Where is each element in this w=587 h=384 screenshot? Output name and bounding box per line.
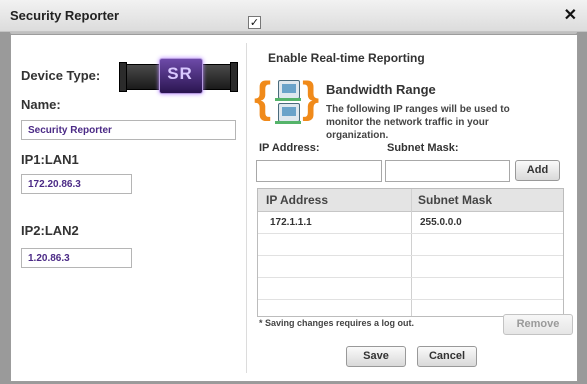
table-row[interactable] (258, 278, 563, 300)
enable-reporting-checkbox[interactable]: ✓ (248, 16, 261, 29)
dialog-title: Security Reporter (10, 8, 120, 23)
table-cell-subnet: 255.0.0.0 (420, 217, 462, 228)
table-row[interactable] (258, 234, 563, 256)
device-type-label: Device Type: (21, 68, 101, 83)
ip2-label: IP2:LAN2 (21, 223, 79, 238)
name-label: Name: (21, 97, 61, 112)
table-row[interactable]: 172.1.1.1 255.0.0.0 (258, 212, 563, 234)
subnet-mask-input-label: Subnet Mask: (387, 142, 459, 154)
close-icon[interactable]: ✕ (564, 5, 577, 25)
ip-address-input[interactable] (256, 160, 382, 182)
column-header-subnet: Subnet Mask (418, 193, 493, 207)
add-button[interactable]: Add (515, 160, 560, 181)
ip1-label: IP1:LAN1 (21, 152, 79, 167)
device-icon: SR (119, 58, 238, 94)
ip2-field[interactable]: 1.20.86.3 (21, 248, 132, 268)
subnet-mask-input[interactable] (385, 160, 510, 182)
table-cell-ip: 172.1.1.1 (270, 217, 312, 228)
column-divider (246, 43, 247, 373)
save-button[interactable]: Save (346, 346, 406, 367)
ip1-field[interactable]: 172.20.86.3 (21, 174, 132, 194)
name-field[interactable]: Security Reporter (21, 120, 236, 140)
remove-button[interactable]: Remove (503, 314, 573, 335)
bandwidth-title: Bandwidth Range (326, 82, 436, 97)
device-badge: SR (167, 64, 193, 83)
dialog-titlebar: Security Reporter ✕ (0, 0, 587, 32)
cancel-button[interactable]: Cancel (417, 346, 477, 367)
ip-range-table: IP Address Subnet Mask 172.1.1.1 255.0.0… (257, 188, 564, 317)
enable-reporting-label: Enable Real-time Reporting (268, 51, 425, 65)
table-row[interactable] (258, 256, 563, 278)
column-header-ip: IP Address (266, 193, 329, 207)
bandwidth-description: The following IP ranges will be used to … (326, 104, 510, 141)
logout-note: * Saving changes requires a log out. (259, 318, 415, 328)
ip-address-input-label: IP Address: (259, 142, 320, 154)
